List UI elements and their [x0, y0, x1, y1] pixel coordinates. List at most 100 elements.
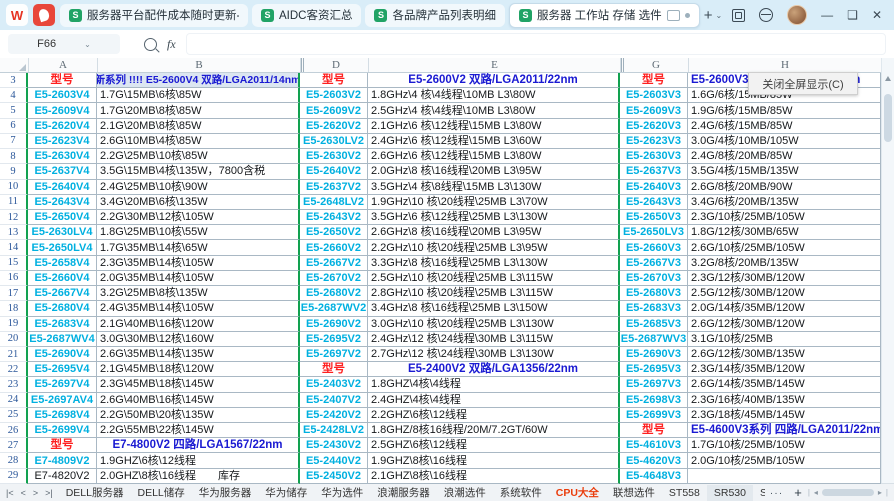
row-number[interactable]: 19: [0, 317, 28, 332]
cell-B9[interactable]: 3.5G\15MB\4核\135W，7800含税: [97, 164, 300, 179]
cell-D21[interactable]: E5-2697V2: [300, 347, 368, 362]
cell-H16[interactable]: 2.3G/12核/30MB/120W: [688, 271, 881, 286]
cell-B15[interactable]: 2.3G\35MB\14核\105W: [97, 256, 300, 271]
formula-input[interactable]: [186, 33, 886, 55]
row-number[interactable]: 10: [0, 180, 28, 195]
cell-A18[interactable]: E5-2680V4: [28, 301, 97, 316]
cell-A14[interactable]: E5-2650LV4: [28, 240, 97, 255]
row-number[interactable]: 12: [0, 210, 28, 225]
cell-D16[interactable]: E5-2670V2: [300, 271, 368, 286]
cell-A15[interactable]: E5-2658V4: [28, 256, 97, 271]
column-header-G[interactable]: G: [621, 58, 689, 72]
cell-H15[interactable]: 3.2G/8核/20MB/135W: [688, 256, 881, 271]
sheet-tab-0[interactable]: DELL服务器: [59, 485, 131, 501]
cell-A25[interactable]: E5-2698V4: [28, 408, 97, 423]
cell-D22[interactable]: 型号: [300, 362, 368, 377]
cell-A23[interactable]: E5-2697V4: [28, 377, 97, 392]
cell-H18[interactable]: 2.0G/14核/35MB/120W: [688, 301, 881, 316]
add-sheet-button[interactable]: +: [788, 485, 808, 500]
cell-G16[interactable]: E5-2670V3: [620, 271, 688, 286]
sheet-tab-7[interactable]: 系统软件: [493, 485, 549, 501]
cell-G20[interactable]: E5-2687WV3: [620, 332, 688, 347]
cell-G28[interactable]: E5-4620V3: [620, 453, 688, 468]
cell-E28[interactable]: 1.9GHZ\8核\16线程: [368, 453, 620, 468]
document-tab-3[interactable]: S服务器 工作站 存储 选件: [509, 3, 700, 28]
cell-E22[interactable]: E5-2400V2 双路/LGA1356/22nm: [368, 362, 620, 377]
row-number[interactable]: 5: [0, 103, 28, 118]
cell-E23[interactable]: 1.8GHZ\4核\4线程: [368, 377, 620, 392]
row-number[interactable]: 22: [0, 362, 28, 377]
row-number[interactable]: 27: [0, 438, 28, 453]
column-header-E[interactable]: E: [369, 58, 621, 72]
column-header-A[interactable]: A: [29, 58, 98, 72]
cell-B29[interactable]: 2.0GHZ\8核\16线程 库存: [97, 469, 300, 484]
more-sheets-button[interactable]: ···: [765, 487, 789, 499]
cell-E4[interactable]: 1.8GHz\4 核\4线程\10MB L3\80W: [368, 88, 620, 103]
cell-A9[interactable]: E5-2637V4: [28, 164, 97, 179]
cell-G19[interactable]: E5-2685V3: [620, 317, 688, 332]
cell-H5[interactable]: 1.9G/6核/15MB/85W: [688, 103, 881, 118]
cell-E5[interactable]: 2.5GHz\4 核\4线程\10MB L3\80W: [368, 103, 620, 118]
search-icon[interactable]: [144, 38, 157, 51]
cell-A4[interactable]: E5-2603V4: [28, 88, 97, 103]
cell-D27[interactable]: E5-2430V2: [300, 438, 368, 453]
cell-H10[interactable]: 2.6G/8核/20MB/90W: [688, 180, 881, 195]
maximize-button[interactable]: ❑: [847, 9, 858, 21]
cell-B10[interactable]: 2.4G\25MB\10核\90W: [97, 180, 300, 195]
cell-E12[interactable]: 3.5GHz\6 核\12线程\25MB L3\130W: [368, 210, 620, 225]
cell-B22[interactable]: 2.1G\45MB\18核\120W: [97, 362, 300, 377]
cell-E17[interactable]: 2.8GHz\10 核\20线程\25MB L3\115W: [368, 286, 620, 301]
cell-A5[interactable]: E5-2609V4: [28, 103, 97, 118]
row-number[interactable]: 29: [0, 469, 28, 484]
cell-B8[interactable]: 2.2G\25MB\10核\85W: [97, 149, 300, 164]
row-number[interactable]: 26: [0, 423, 28, 438]
cell-A27[interactable]: 型号: [28, 438, 97, 453]
cell-B20[interactable]: 3.0G\30MB\12核\160W: [97, 332, 300, 347]
name-box[interactable]: F66 ⌄: [8, 34, 120, 54]
cell-E18[interactable]: 3.4GHz\8 核\16线程\25MB L3\150W: [368, 301, 620, 316]
cell-E15[interactable]: 3.3GHz\8 核\16线程\25MB L3\130W: [368, 256, 620, 271]
cell-D29[interactable]: E5-2450V2: [300, 469, 368, 484]
sheet-tab-3[interactable]: 华为储存: [258, 485, 314, 501]
globe-icon[interactable]: [759, 8, 773, 22]
cell-A16[interactable]: E5-2660V4: [28, 271, 97, 286]
cell-B4[interactable]: 1.7G\15MB\6核\85W: [97, 88, 300, 103]
cell-D11[interactable]: E5-2648LV2: [300, 195, 368, 210]
row-number[interactable]: 6: [0, 119, 28, 134]
cell-G25[interactable]: E5-2699V3: [620, 408, 688, 423]
cell-D6[interactable]: E5-2620V2: [300, 119, 368, 134]
row-number[interactable]: 28: [0, 453, 28, 468]
cell-E9[interactable]: 2.0GHz\8 核\16线程\20MB L3\95W: [368, 164, 620, 179]
row-number[interactable]: 13: [0, 225, 28, 240]
cell-D10[interactable]: E5-2637V2: [300, 180, 368, 195]
document-tab-1[interactable]: SAIDC客资汇总: [252, 4, 361, 27]
sheet-tab-10[interactable]: ST558: [662, 485, 707, 501]
cell-A13[interactable]: E5-2630LV4: [28, 225, 97, 240]
cell-H23[interactable]: 2.6G/14核/35MB/145W: [688, 377, 881, 392]
row-number[interactable]: 7: [0, 134, 28, 149]
cell-E10[interactable]: 3.5GHz\4 核\8线程\15MB L3\130W: [368, 180, 620, 195]
scroll-left-icon[interactable]: ◂: [814, 488, 818, 497]
cell-A6[interactable]: E5-2620V4: [28, 119, 97, 134]
cell-H13[interactable]: 1.8G/12核/30MB/65W: [688, 225, 881, 240]
cell-H27[interactable]: 1.7G/10核/25MB/105W: [688, 438, 881, 453]
cell-D7[interactable]: E5-2630LV2: [300, 134, 368, 149]
sheet-tab-6[interactable]: 浪潮选件: [437, 485, 493, 501]
sheet-tab-4[interactable]: 华为选件: [314, 485, 370, 501]
row-number[interactable]: 15: [0, 256, 28, 271]
sheet-tab-5[interactable]: 浪潮服务器: [370, 485, 437, 501]
cell-B14[interactable]: 1.7G\35MB\14核\65W: [97, 240, 300, 255]
scroll-up-icon[interactable]: [885, 76, 891, 81]
cell-B17[interactable]: 3.2G\25MB\8核\135W: [97, 286, 300, 301]
cell-E14[interactable]: 2.2GHz\10 核\20线程\25MB L3\95W: [368, 240, 620, 255]
document-tab-2[interactable]: S各品牌产品列表明细: [365, 4, 505, 27]
cell-D25[interactable]: E5-2420V2: [300, 408, 368, 423]
cell-G17[interactable]: E5-2680V3: [620, 286, 688, 301]
cell-G9[interactable]: E5-2637V3: [620, 164, 688, 179]
cell-D13[interactable]: E5-2650V2: [300, 225, 368, 240]
document-tab-0[interactable]: S服务器平台配件成本随时更新-SE: [60, 4, 248, 27]
cell-B16[interactable]: 2.0G\35MB\14核\105W: [97, 271, 300, 286]
cell-B23[interactable]: 2.3G\45MB\18核\145W: [97, 377, 300, 392]
user-avatar[interactable]: [787, 5, 807, 25]
cell-H22[interactable]: 2.3G/14核/35MB/120W: [688, 362, 881, 377]
